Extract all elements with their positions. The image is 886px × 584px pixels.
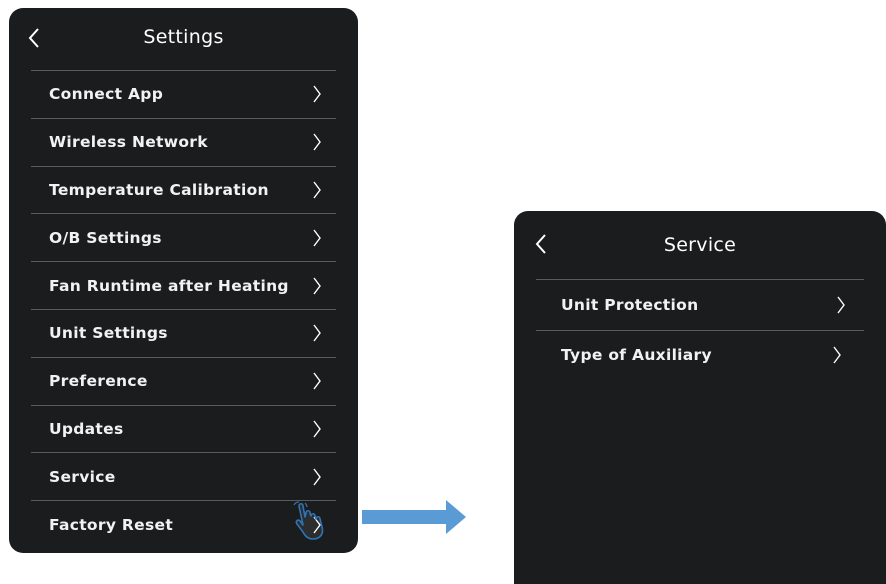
settings-item-label: Connect App bbox=[49, 85, 164, 104]
service-header: Service bbox=[514, 211, 886, 273]
settings-item-ob-settings[interactable]: O/B Settings bbox=[31, 213, 336, 261]
chevron-right-icon bbox=[313, 372, 321, 390]
chevron-right-icon bbox=[313, 133, 321, 151]
chevron-right-icon bbox=[313, 420, 321, 438]
settings-item-label: Preference bbox=[49, 372, 148, 391]
settings-item-label: Updates bbox=[49, 419, 124, 438]
settings-item-fan-runtime[interactable]: Fan Runtime after Heating bbox=[31, 261, 336, 309]
chevron-right-icon bbox=[313, 181, 321, 199]
settings-item-temperature-calibration[interactable]: Temperature Calibration bbox=[31, 165, 336, 214]
settings-list: Connect App Wireless Network Temperature… bbox=[31, 70, 336, 548]
chevron-right-icon bbox=[313, 229, 321, 247]
page-title: Service bbox=[663, 234, 737, 256]
settings-item-label: O/B Settings bbox=[49, 228, 162, 247]
chevron-right-icon bbox=[313, 85, 321, 103]
service-screen: Service Unit Protection Type of Auxiliar… bbox=[514, 211, 886, 584]
settings-item-label: Wireless Network bbox=[49, 133, 208, 152]
chevron-right-icon bbox=[313, 468, 321, 486]
service-item-label: Unit Protection bbox=[561, 295, 699, 314]
service-list: Unit Protection Type of Auxiliary bbox=[536, 279, 864, 380]
service-item-type-of-auxiliary[interactable]: Type of Auxiliary bbox=[536, 329, 864, 381]
settings-item-label: Factory Reset bbox=[49, 515, 174, 534]
chevron-right-icon bbox=[313, 324, 321, 342]
chevron-right-icon bbox=[833, 346, 841, 364]
chevron-right-icon bbox=[837, 296, 845, 314]
settings-header: Settings bbox=[9, 8, 358, 70]
settings-item-service[interactable]: Service bbox=[31, 452, 336, 500]
settings-item-updates[interactable]: Updates bbox=[31, 404, 336, 453]
settings-item-label: Service bbox=[49, 467, 116, 486]
settings-item-label: Fan Runtime after Heating bbox=[49, 276, 289, 295]
settings-item-label: Unit Settings bbox=[49, 324, 168, 343]
settings-item-unit-settings[interactable]: Unit Settings bbox=[31, 308, 336, 357]
settings-item-preference[interactable]: Preference bbox=[31, 356, 336, 405]
page-title: Settings bbox=[143, 26, 224, 48]
settings-item-wireless-network[interactable]: Wireless Network bbox=[31, 117, 336, 166]
service-item-unit-protection[interactable]: Unit Protection bbox=[536, 279, 864, 330]
settings-item-label: Temperature Calibration bbox=[49, 180, 269, 199]
settings-item-connect-app[interactable]: Connect App bbox=[31, 70, 336, 118]
chevron-right-icon bbox=[313, 277, 321, 294]
service-item-label: Type of Auxiliary bbox=[561, 346, 712, 365]
settings-screen: Settings Connect App Wireless Network Te… bbox=[9, 8, 358, 553]
right-arrow-icon bbox=[362, 500, 466, 534]
hand-pointer-icon bbox=[293, 501, 324, 540]
